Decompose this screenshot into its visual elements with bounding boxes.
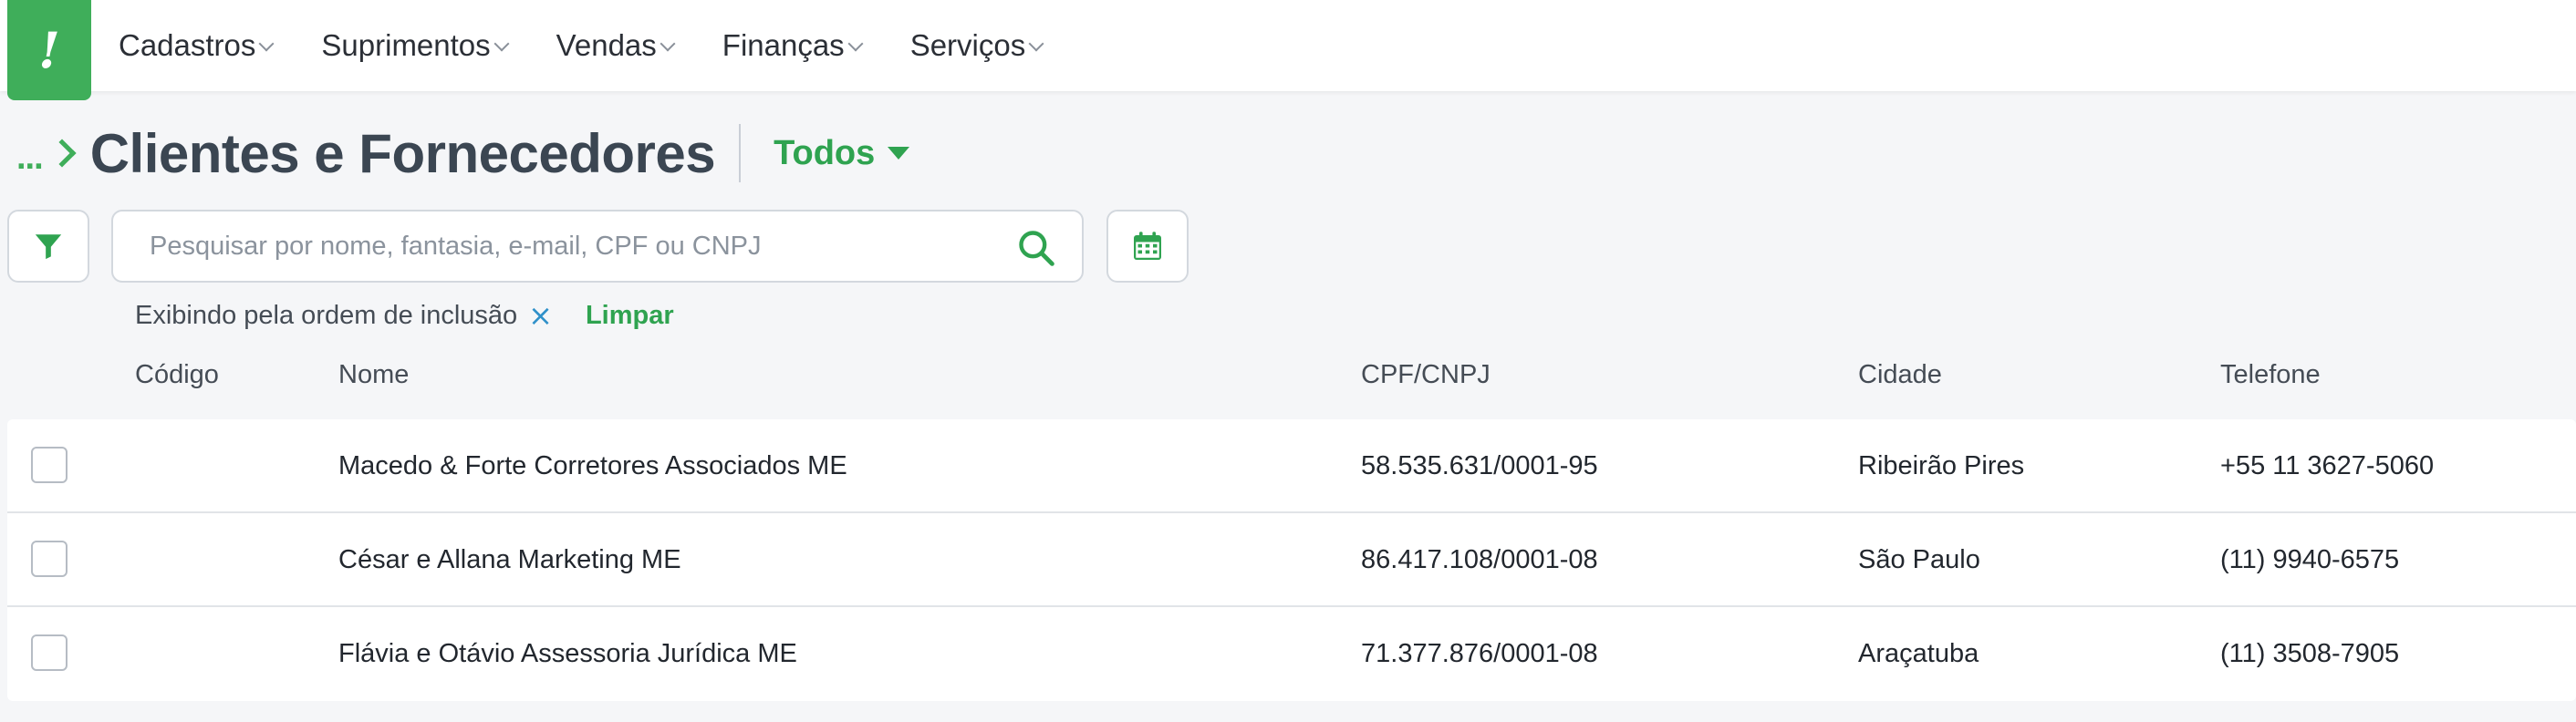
cell-cpf-cnpj: 86.417.108/0001-08 <box>1361 545 1598 574</box>
date-filter-button[interactable] <box>1106 210 1189 283</box>
type-filter-label: Todos <box>774 133 876 172</box>
cell-nome: César e Allana Marketing ME <box>338 545 681 574</box>
column-header-codigo[interactable]: Código <box>135 360 219 390</box>
menu-cadastros-label: Cadastros <box>119 28 256 62</box>
clear-button[interactable]: Limpar <box>586 301 674 331</box>
menu-vendas[interactable]: Vendas <box>556 28 676 63</box>
chevron-down-icon <box>258 36 275 52</box>
main-menu: Cadastros Suprimentos Vendas Finanças Se… <box>119 0 1091 91</box>
row-checkbox[interactable] <box>31 541 68 577</box>
cell-cpf-cnpj: 71.377.876/0001-08 <box>1361 639 1598 668</box>
search-input[interactable] <box>113 219 989 273</box>
search-field <box>111 210 1084 283</box>
column-header-cidade[interactable]: Cidade <box>1858 360 1942 390</box>
menu-cadastros[interactable]: Cadastros <box>119 28 275 63</box>
column-header-cpf-cnpj[interactable]: CPF/CNPJ <box>1361 360 1491 390</box>
filter-icon <box>35 234 62 260</box>
menu-financas[interactable]: Finanças <box>722 28 864 63</box>
menu-servicos-label: Serviços <box>909 28 1026 62</box>
caret-down-icon <box>888 147 910 160</box>
menu-financas-label: Finanças <box>722 28 845 62</box>
cell-nome: Macedo & Forte Corretores Associados ME <box>338 451 847 480</box>
breadcrumb-ellipsis[interactable]: ... <box>16 139 44 178</box>
clients-table: Macedo & Forte Corretores Associados ME … <box>7 419 2576 701</box>
chevron-down-icon <box>1028 36 1044 52</box>
type-filter-dropdown[interactable]: Todos <box>774 133 910 173</box>
search-icon[interactable] <box>1016 228 1056 268</box>
menu-suprimentos[interactable]: Suprimentos <box>321 28 510 63</box>
row-checkbox[interactable] <box>31 634 68 671</box>
menu-vendas-label: Vendas <box>556 28 657 62</box>
cell-telefone: +55 11 3627-5060 <box>2220 451 2435 480</box>
sort-description: Exibindo pela ordem de inclusão <box>135 300 518 330</box>
chevron-down-icon <box>660 36 676 52</box>
sort-info: Exibindo pela ordem de inclusão × Limpar <box>135 297 674 334</box>
table-header: Código Nome CPF/CNPJ Cidade Telefone <box>0 360 2576 397</box>
logo-glyph: ! <box>38 21 60 79</box>
menu-servicos[interactable]: Serviços <box>909 28 1044 63</box>
cell-nome: Flávia e Otávio Assessoria Jurídica ME <box>338 639 797 668</box>
cell-cidade: Araçatuba <box>1858 639 1979 668</box>
cell-cpf-cnpj: 58.535.631/0001-95 <box>1361 451 1598 480</box>
table-row[interactable]: Flávia e Otávio Assessoria Jurídica ME 7… <box>7 607 2576 701</box>
cell-telefone: (11) 9940-6575 <box>2220 545 2400 574</box>
menu-suprimentos-label: Suprimentos <box>321 28 491 62</box>
app-logo[interactable]: ! <box>7 0 91 100</box>
title-divider <box>739 124 742 182</box>
chevron-down-icon <box>493 36 510 52</box>
row-checkbox[interactable] <box>31 447 68 483</box>
chevron-right-icon <box>47 139 77 168</box>
clear-sort-icon[interactable]: × <box>528 298 553 333</box>
table-row[interactable]: César e Allana Marketing ME 86.417.108/0… <box>7 513 2576 607</box>
cell-cidade: Ribeirão Pires <box>1858 451 2025 480</box>
calendar-icon <box>1134 232 1161 260</box>
chevron-down-icon <box>847 36 864 52</box>
cell-cidade: São Paulo <box>1858 545 1980 574</box>
page-header: ... Clientes e Fornecedores Todos <box>16 117 910 190</box>
top-navbar: ! Cadastros Suprimentos Vendas Finanças … <box>0 0 2576 100</box>
cell-telefone: (11) 3508-7905 <box>2220 639 2400 668</box>
column-header-nome[interactable]: Nome <box>338 360 409 390</box>
page-title: Clientes e Fornecedores <box>89 122 716 184</box>
column-header-telefone[interactable]: Telefone <box>2220 360 2321 390</box>
table-row[interactable]: Macedo & Forte Corretores Associados ME … <box>7 419 2576 513</box>
filter-button[interactable] <box>7 210 89 283</box>
